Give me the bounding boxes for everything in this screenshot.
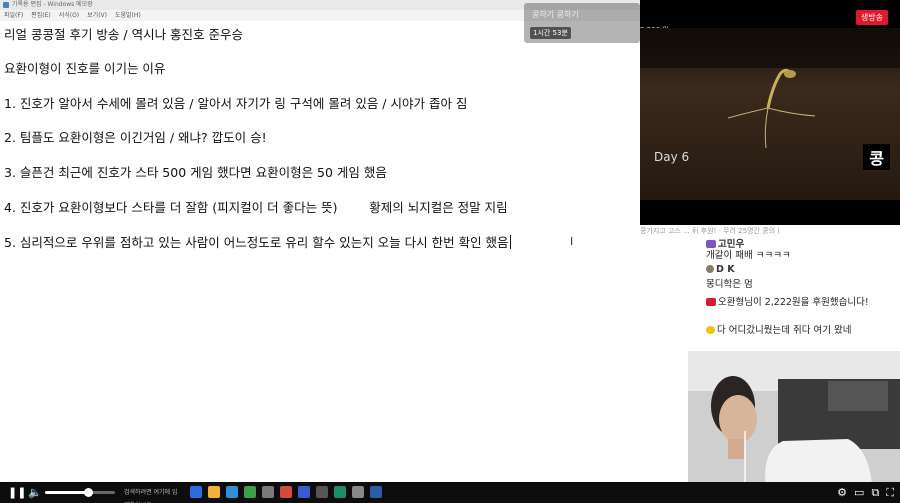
app-icon[interactable] (370, 486, 382, 498)
vod-info-card[interactable]: 콩하기 콩하기 1시간 53분 (524, 3, 640, 43)
chat-message: 다 어디갔니웠는데 쥐다 여기 왔네 (706, 322, 851, 336)
broadcast-video[interactable]: 2,200 원 생방송 Day 6 콩 (640, 0, 900, 225)
text-line-2: 2. 팀플도 요환이형은 이긴거임 / 왜냐? 깝도이 승! (4, 130, 267, 145)
taskbar-icons (190, 486, 382, 498)
donation-message: 오환형님이 2,222원을 후원했습니다! (706, 294, 869, 308)
fullscreen-icon[interactable]: ⛶ (886, 482, 894, 503)
volume-slider[interactable] (45, 488, 115, 497)
app-icon[interactable] (298, 486, 310, 498)
player-right-controls: ⚙ ▭ ⧉ ⛶ (837, 482, 894, 503)
live-badge: 생방송 (855, 10, 888, 25)
app-icon[interactable] (334, 486, 346, 498)
app-icon[interactable] (262, 486, 274, 498)
day-label: Day 6 (654, 150, 690, 164)
volume-knob[interactable] (84, 488, 94, 497)
bean-label: 콩 (863, 144, 890, 170)
file-explorer-icon[interactable] (208, 486, 220, 498)
menu-edit[interactable]: 편집(E) (31, 10, 51, 21)
sprout-bud (784, 70, 796, 78)
speech-bubble-icon (706, 326, 715, 334)
webcam-scene (688, 351, 900, 503)
menu-format[interactable]: 서식(O) (59, 10, 79, 21)
text-line-title: 리얼 콩콩절 후기 방송 / 역시나 홍진호 준우승 (4, 27, 244, 42)
chat-nick: D K (716, 264, 735, 275)
store-icon[interactable] (244, 486, 256, 498)
person-face (719, 395, 757, 443)
soil-top-shadow (640, 28, 900, 68)
text-line-5-content: 5. 심리적으로 우위를 점하고 있는 사람이 어느정도로 유리 할수 있는지 … (4, 235, 509, 250)
donation-text: 오환형님이 2,222원을 후원했습니다! (718, 297, 869, 308)
chat-text: 다 어디갔니웠는데 쥐다 여기 왔네 (717, 325, 852, 336)
chat-ticker: 콩가지고 고스 ... 뒤 후원! · 무려 25명간 콩의 ( (640, 227, 780, 235)
app-icon[interactable] (316, 486, 328, 498)
chat-text: 몽디학은 멈 (706, 279, 753, 290)
pip-icon[interactable]: ⧉ (871, 482, 879, 503)
notepad-app-icon (3, 2, 9, 8)
notepad-window-title: 기록용 편집 - Windows 메모장 (12, 1, 93, 8)
menu-file[interactable]: 파일(F) (4, 10, 23, 21)
webcam-feed (688, 351, 900, 503)
text-line-3: 3. 슬픈건 최근에 진호가 스타 500 게임 했다면 요환이형은 50 게임… (4, 165, 387, 180)
youtube-icon (706, 298, 716, 306)
task-view-icon[interactable] (190, 486, 202, 498)
app-icon[interactable] (352, 486, 364, 498)
settings-icon[interactable]: ⚙ (837, 482, 847, 503)
pause-icon[interactable]: ❚❚ (8, 482, 26, 503)
notepad-window: 기록용 편집 - Windows 메모장 파일(F) 편집(E) 서식(O) 보… (0, 0, 640, 482)
volume-fill (45, 491, 89, 494)
app-icon[interactable] (280, 486, 292, 498)
ibeam-cursor-icon: I (570, 235, 574, 248)
chat-overlay: 콩가지고 고스 ... 뒤 후원! · 무려 25명간 콩의 ( 고민우 개같이… (640, 226, 900, 351)
seedling-scene (640, 28, 900, 200)
text-line-5: 5. 심리적으로 우위를 점하고 있는 사람이 어느정도로 유리 할수 있는지 … (4, 232, 511, 251)
vod-duration: 1시간 53분 (530, 27, 571, 39)
text-line-1: 1. 진호가 알아서 수세에 몰려 있음 / 알아서 자기가 링 구석에 몰려 … (4, 96, 468, 111)
edge-icon[interactable] (226, 486, 238, 498)
avatar-icon (706, 265, 714, 273)
notepad-text-area[interactable]: 리얼 콩콩절 후기 방송 / 역시나 홍진호 준우승 요환이형이 진호를 이기는… (0, 21, 640, 481)
text-caret (509, 235, 511, 249)
taskbar-search-input[interactable]: 검색하려면 여기에 입력하십시오. (124, 486, 179, 503)
theater-icon[interactable]: ▭ (854, 482, 864, 503)
volume-icon[interactable]: 🔈 (28, 482, 42, 503)
text-line-4: 4. 진호가 요환이형보다 스타를 더 잘함 (피지컬이 더 좋다는 뜻) 황제… (4, 200, 508, 215)
menu-help[interactable]: 도움말(H) (115, 10, 141, 21)
menu-view[interactable]: 보기(V) (87, 10, 107, 21)
player-controls: ❚❚ 🔈 검색하려면 여기에 입력하십시오. ⚙ ▭ ⧉ ⛶ (0, 482, 900, 503)
vod-title: 콩하기 콩하기 (532, 10, 579, 19)
chat-text: 개같이 패배 ㅋㅋㅋㅋ (706, 250, 791, 261)
text-line-heading: 요환이형이 진호를 이기는 이유 (4, 61, 166, 76)
chat-message: D K (706, 264, 735, 275)
